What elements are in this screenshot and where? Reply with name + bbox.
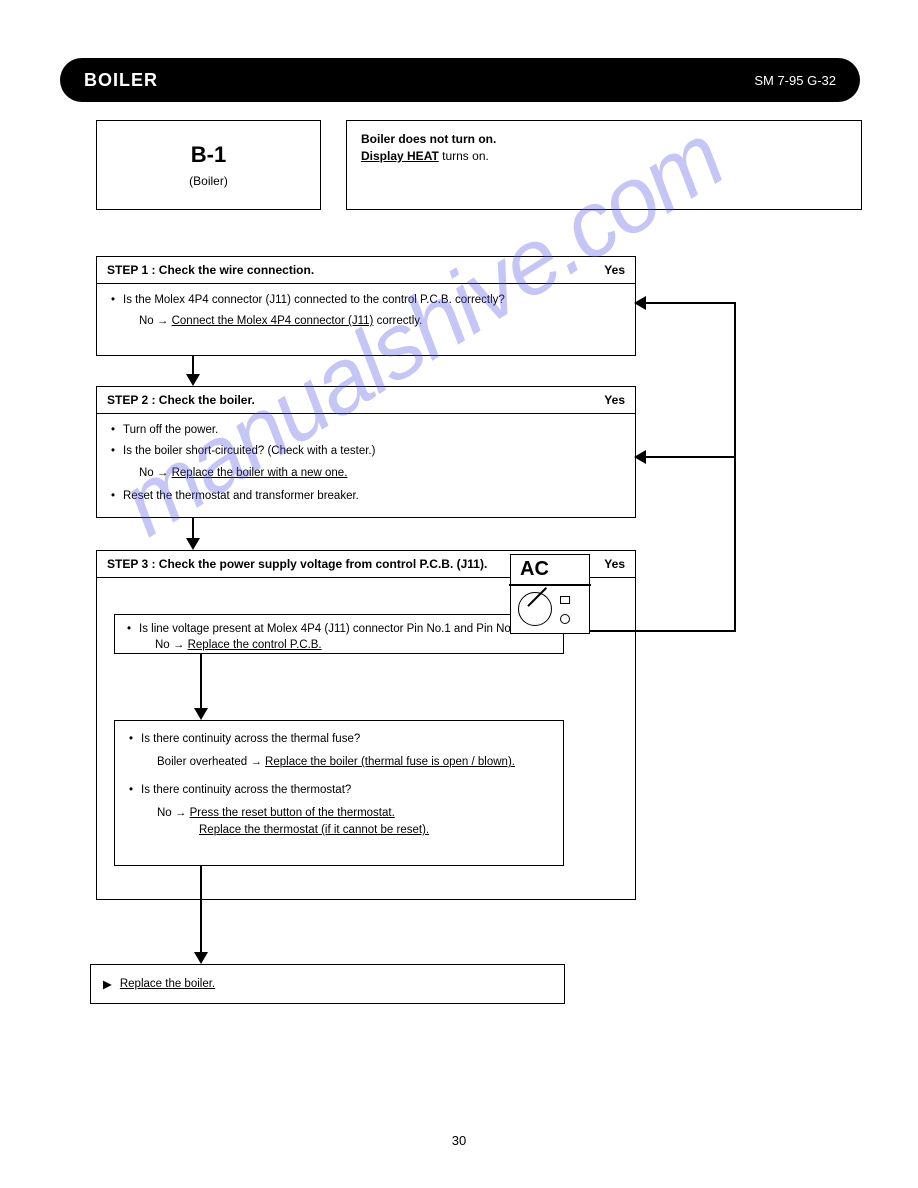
inner2-b2fix2: Replace the thermostat (if it cannot be … <box>199 824 429 836</box>
step-3-title: STEP 3 : Check the power supply voltage … <box>107 557 487 571</box>
step-1-title: STEP 1 : Check the wire connection. <box>107 263 314 277</box>
code-text: B-1 <box>191 142 226 168</box>
header-pageref: SM 7-95 G-32 <box>754 73 836 88</box>
step-2-b2q: Is the boiler short-circuited? (Check wi… <box>123 445 375 457</box>
connector-4 <box>200 866 202 954</box>
feedback-arrow-1 <box>636 296 736 310</box>
connector-2 <box>192 518 194 540</box>
step-1-yes: Yes <box>604 263 625 277</box>
inner1-q: Is line voltage present at Molex 4P4 (J1… <box>139 623 527 635</box>
ac-knob-icon <box>560 614 570 624</box>
inner2-b1q: Is there continuity across the thermal f… <box>141 733 360 745</box>
connector-1 <box>192 356 194 376</box>
description-box: Boiler does not turn on. Display HEAT tu… <box>346 120 862 210</box>
step-1-fix: Connect the Molex 4P4 connector (J11) <box>172 315 374 327</box>
desc-line1: Boiler does not turn on. <box>361 131 847 148</box>
step-2-b3: Reset the thermostat and transformer bre… <box>109 488 623 505</box>
inner2-b1fix: Replace the boiler (thermal fuse is open… <box>265 756 515 768</box>
arrowhead-down-icon <box>194 708 208 720</box>
desc-line2-rest: turns on. <box>439 149 489 163</box>
inner2-b2q: Is there continuity across the thermosta… <box>141 784 351 796</box>
feedback-arrow-2 <box>636 450 736 464</box>
ac-button-icon <box>560 596 570 604</box>
step-2-title: STEP 2 : Check the boiler. <box>107 393 255 407</box>
step-1-fix-rest: correctly. <box>373 315 422 327</box>
step-2: STEP 2 : Check the boiler. Yes Turn off … <box>96 386 636 518</box>
feedback-vertical-line <box>734 302 736 630</box>
inner2-b1fix-pre: Boiler overheated → <box>157 756 265 768</box>
code-box: B-1 (Boiler) <box>96 120 321 210</box>
arrowhead-down-icon <box>186 374 200 386</box>
feedback-arrow-3 <box>590 624 736 638</box>
connector-3 <box>200 654 202 710</box>
inner1-fix: Replace the control P.C.B. <box>188 639 322 651</box>
svc-text: Replace the boiler. <box>120 978 215 990</box>
step-2-yes: Yes <box>604 393 625 407</box>
page-number: 30 <box>0 1133 918 1148</box>
service-action: ▶ Replace the boiler. <box>90 964 565 1004</box>
step-3-inner-1: Is line voltage present at Molex 4P4 (J1… <box>114 614 564 654</box>
step-3-inner-2: Is there continuity across the thermal f… <box>114 720 564 866</box>
step-2-b1: Turn off the power. <box>109 422 623 439</box>
play-icon: ▶ <box>103 977 112 991</box>
header-title-bar: BOILER SM 7-95 G-32 <box>60 58 860 102</box>
arrowhead-down-icon <box>194 952 208 964</box>
step-3-yes: Yes <box>604 557 625 571</box>
desc-line2-underline: Display HEAT <box>361 149 439 163</box>
header-title: BOILER <box>84 70 158 91</box>
arrowhead-down-icon <box>186 538 200 550</box>
ac-label: AC <box>520 558 549 581</box>
inner2-b2fix1: Press the reset button of the thermostat… <box>190 807 395 819</box>
step-1: STEP 1 : Check the wire connection. Yes … <box>96 256 636 356</box>
step-2-b2fix: Replace the boiler with a new one. <box>172 467 348 479</box>
step-1-question: Is the Molex 4P4 connector (J11) connect… <box>109 292 623 309</box>
ac-divider <box>509 584 591 586</box>
code-sub: (Boiler) <box>189 174 228 188</box>
